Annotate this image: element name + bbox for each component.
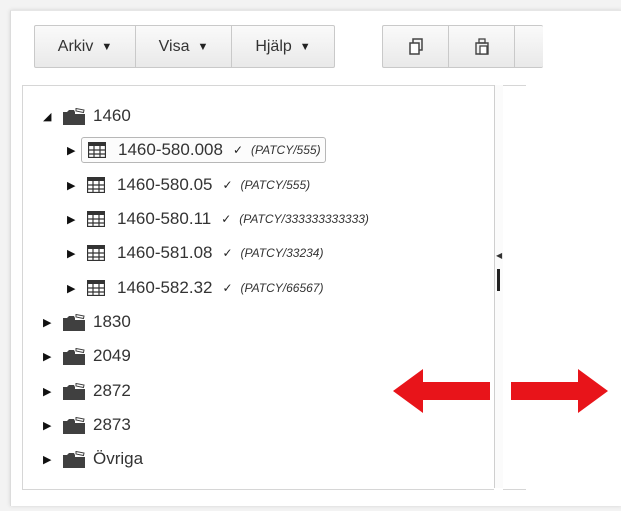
tree-node-code: (PATCY/66567) [240,281,324,295]
menu-arkiv[interactable]: Arkiv ▼ [35,26,136,67]
menu-arkiv-label: Arkiv [57,37,94,55]
tree-node-code: (PATCY/333333333333) [239,212,369,226]
tree-node-label: 2872 [93,381,131,400]
table-icon [87,177,105,193]
collapse-toggle-icon[interactable]: ◢ [43,110,57,123]
tree-node-1460-580-008[interactable]: ▶ 1460-580.008 ✓ (PATCY/555) [67,136,326,164]
tree-node-1460-580-11[interactable]: ▶ 1460-580.11 ✓ (PATCY/333333333333) [67,205,369,233]
tree-node-code: (PATCY/33234) [240,246,324,260]
tree-node-label: 1460-581.08 [117,243,213,262]
chevron-down-icon: ▼ [101,40,113,53]
tree-node-label: Övriga [93,449,144,468]
expand-toggle-icon[interactable]: ▶ [67,213,81,226]
tree-node-2873[interactable]: ▶ 2873 [43,411,131,439]
checkmark-icon: ✓ [222,281,233,295]
table-icon [88,142,106,158]
tree-node-2049[interactable]: ▶ 2049 [43,342,131,370]
folder-icon [63,347,85,365]
expand-toggle-icon[interactable]: ▶ [43,419,57,432]
copy-icon [408,37,423,55]
tree-node-label: 1830 [93,312,131,331]
arrow-right-icon [511,369,608,413]
tree-node-code: (PATCY/555) [251,143,321,157]
expand-toggle-icon[interactable]: ▶ [43,316,57,329]
tree-node-label: 2873 [93,415,131,434]
folder-icon [63,450,85,468]
tree-node-2872[interactable]: ▶ 2872 [43,377,131,405]
copy-button[interactable] [383,26,449,67]
tree-node-ovriga[interactable]: ▶ Övriga [43,445,143,473]
icon-toolbar [382,25,543,68]
expand-toggle-icon[interactable]: ▶ [43,350,57,363]
tree-node-label: 2049 [93,346,131,365]
checkmark-icon: ✓ [232,143,243,157]
tree-node-label: 1460-580.05 [117,175,213,194]
tree-node-label: 1460-580.008 [118,140,223,159]
selected-node-box[interactable]: 1460-580.008 ✓ (PATCY/555) [81,137,326,163]
checkmark-icon: ✓ [221,212,232,226]
menu-visa[interactable]: Visa ▼ [136,26,232,67]
tree-node-label: 1460-580.11 [117,209,212,228]
expand-toggle-icon[interactable]: ▶ [43,453,57,466]
menu-hjalp[interactable]: Hjälp ▼ [232,26,334,67]
chevron-down-icon: ▼ [299,40,311,53]
table-icon [87,245,105,261]
expand-toggle-icon[interactable]: ▶ [67,179,81,192]
menu-hjalp-label: Hjälp [255,37,292,55]
folder-icon [63,382,85,400]
tree-node-label: 1460-582.32 [117,278,213,297]
tree-panel: ◢ 1460 ▶ 1460-580.008 ✓ (PATCY/555) ▶ 14… [22,85,494,490]
tree-node-1460-582-32[interactable]: ▶ 1460-582.32 ✓ (PATCY/66567) [67,274,323,302]
checkmark-icon: ✓ [222,246,233,260]
menu-bar: Arkiv ▼ Visa ▼ Hjälp ▼ [34,25,335,68]
tree-node-1460-580-05[interactable]: ▶ 1460-580.05 ✓ (PATCY/555) [67,171,310,199]
splitter-grip-handle[interactable] [497,269,500,291]
menu-visa-label: Visa [158,37,190,55]
expand-toggle-icon[interactable]: ▶ [67,282,81,295]
expand-toggle-icon[interactable]: ▶ [43,385,57,398]
folder-icon [63,313,85,331]
right-pane [503,85,526,490]
collapse-arrow-icon[interactable]: ◀ [496,251,502,260]
tree-node-1830[interactable]: ▶ 1830 [43,308,131,336]
paste-button[interactable] [449,26,515,67]
toolbar-overflow[interactable] [515,26,543,67]
tree-node-1460[interactable]: ◢ 1460 [43,102,131,130]
chevron-down-icon: ▼ [197,40,209,53]
checkmark-icon: ✓ [222,178,233,192]
folder-icon [63,416,85,434]
paste-icon [474,37,489,55]
table-icon [87,280,105,296]
tree-node-label: 1460 [93,106,131,125]
expand-toggle-icon[interactable]: ▶ [67,144,81,157]
arrow-left-icon [393,369,490,413]
table-icon [87,211,105,227]
tree-node-1460-581-08[interactable]: ▶ 1460-581.08 ✓ (PATCY/33234) [67,239,323,267]
folder-icon [63,107,85,125]
expand-toggle-icon[interactable]: ▶ [67,247,81,260]
tree-node-code: (PATCY/555) [240,178,311,192]
